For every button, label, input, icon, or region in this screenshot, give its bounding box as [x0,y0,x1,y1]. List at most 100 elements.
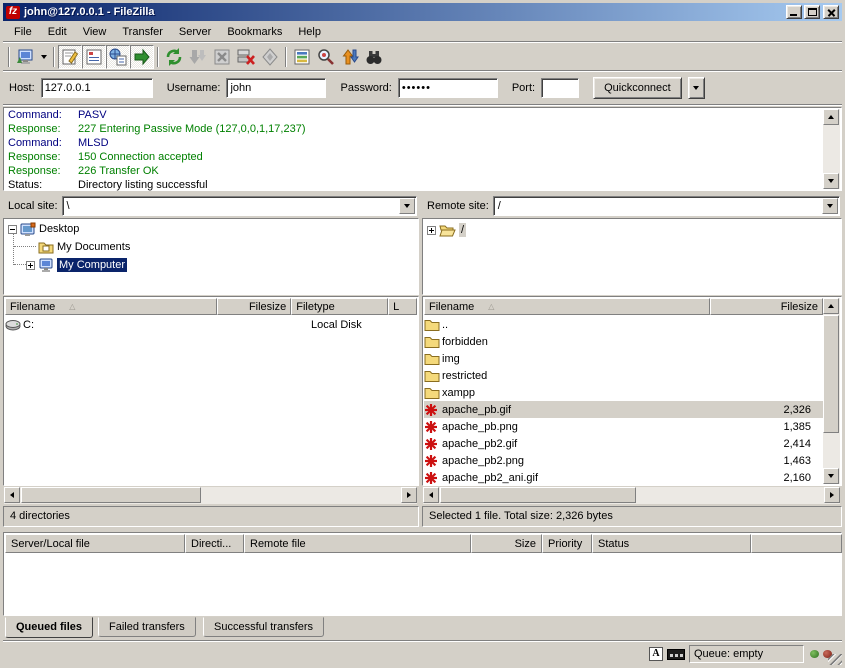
toggle-queue-view-button[interactable] [130,45,154,69]
log-type: Response: [4,122,78,136]
tree-item-root[interactable]: / [427,221,466,239]
process-queue-icon [188,47,208,67]
toggle-remote-treeview-button[interactable] [106,45,130,69]
menu-server[interactable]: Server [171,24,219,40]
remote-dir-row[interactable]: .. [424,316,823,333]
menu-file[interactable]: File [6,24,40,40]
find-files-button[interactable] [362,45,386,69]
log-scrollbar[interactable] [823,109,840,189]
column-filesize[interactable]: Filesize [710,298,823,315]
menu-edit[interactable]: Edit [40,24,75,40]
column-last-modified[interactable]: L [388,298,417,315]
host-input[interactable] [41,78,153,98]
scroll-up-button[interactable] [823,109,839,125]
tab-queued-files[interactable]: Queued files [5,617,93,638]
disconnect-button[interactable] [234,45,258,69]
column-filesize[interactable]: Filesize [217,298,291,315]
menu-help[interactable]: Help [290,24,329,40]
column-filename[interactable]: Filename△ [5,298,217,315]
log-type: Status: [4,178,78,192]
remote-horizontal-scrollbar[interactable] [423,487,840,504]
scroll-right-button[interactable] [824,487,840,503]
reconnect-icon [260,47,280,67]
scrollbar-thumb[interactable] [823,315,839,433]
column-direction[interactable]: Directi... [185,534,244,553]
menu-transfer[interactable]: Transfer [114,24,171,40]
quickconnect-dropdown[interactable] [688,77,705,99]
maximize-button[interactable] [804,5,820,19]
titlebar[interactable]: fz john@127.0.0.1 - FileZilla [3,3,842,21]
quickconnect-button[interactable]: Quickconnect [593,77,682,99]
site-manager-dropdown[interactable] [37,46,50,68]
site-manager-button[interactable] [13,45,37,69]
queue-header: Server/Local file Directi... Remote file… [5,534,840,553]
tab-failed-transfers[interactable]: Failed transfers [98,617,196,637]
remote-vertical-scrollbar[interactable] [823,298,840,484]
local-site-combo[interactable]: \ [62,196,417,216]
scroll-left-button[interactable] [4,487,20,503]
close-button[interactable] [823,5,839,19]
column-status[interactable]: Status [592,534,751,553]
remote-dir-row[interactable]: xampp [424,384,823,401]
log-type: Command: [4,108,78,122]
tab-successful-transfers[interactable]: Successful transfers [203,617,324,637]
scroll-left-button[interactable] [423,487,439,503]
message-log: Command:PASV Response:227 Entering Passi… [3,107,842,191]
resize-grip[interactable] [828,654,842,668]
tree-item-desktop[interactable]: Desktop [8,220,79,238]
remote-file-row[interactable]: apache_pb2_ani.gif2,160 [424,469,823,486]
remote-file-row[interactable]: apache_pb2.gif2,414 [424,435,823,452]
toggle-message-log-button[interactable] [58,45,82,69]
process-queue-button[interactable] [186,45,210,69]
column-server-local-file[interactable]: Server/Local file [5,534,185,553]
chevron-down-icon [693,86,699,90]
refresh-button[interactable] [162,45,186,69]
scrollbar-thumb[interactable] [440,487,636,503]
local-site-dropdown[interactable] [399,198,415,214]
toolbar-separator [157,47,159,67]
port-input[interactable] [541,78,579,98]
tree-item-my-computer[interactable]: My Computer [26,256,127,274]
remote-file-row[interactable]: apache_pb2.png1,463 [424,452,823,469]
remote-dir-row[interactable]: img [424,350,823,367]
queue-tabs: Queued files Failed transfers Successful… [3,617,842,639]
reconnect-button[interactable] [258,45,282,69]
directory-filter-button[interactable] [290,45,314,69]
remote-file-row[interactable]: apache_pb.png1,385 [424,418,823,435]
toggle-local-treeview-button[interactable] [82,45,106,69]
expand-icon[interactable] [427,226,436,235]
collapse-icon[interactable] [8,225,17,234]
local-file-row[interactable]: C: Local Disk [5,316,417,333]
column-remote-file[interactable]: Remote file [244,534,471,553]
column-size[interactable]: Size [471,534,542,553]
column-filename[interactable]: Filename△ [424,298,710,315]
scroll-right-button[interactable] [401,487,417,503]
remote-site-combo[interactable]: / [493,196,840,216]
remote-file-list: Filename△ Filesize .. forbidden img rest… [422,296,842,486]
cancel-button[interactable] [210,45,234,69]
scroll-up-button[interactable] [823,298,839,314]
scroll-down-button[interactable] [823,468,839,484]
remote-dir-row[interactable]: restricted [424,367,823,384]
scrollbar-thumb[interactable] [21,487,201,503]
menu-bookmarks[interactable]: Bookmarks [219,24,290,40]
remote-dir-row[interactable]: forbidden [424,333,823,350]
column-empty[interactable] [751,534,842,553]
column-priority[interactable]: Priority [542,534,592,553]
remote-site-dropdown[interactable] [822,198,838,214]
triangle-up-icon [828,304,834,308]
username-input[interactable] [226,78,326,98]
tree-item-my-documents[interactable]: My Documents [38,238,130,256]
scroll-down-button[interactable] [823,173,839,189]
menu-view[interactable]: View [75,24,115,40]
column-filetype[interactable]: Filetype [291,298,388,315]
local-horizontal-scrollbar[interactable] [4,487,417,504]
directory-comparison-button[interactable] [314,45,338,69]
expand-icon[interactable] [26,261,35,270]
remote-file-row-selected[interactable]: apache_pb.gif2,326 [424,401,823,418]
image-file-icon [424,403,438,417]
password-input[interactable] [398,78,498,98]
synchronized-browsing-button[interactable] [338,45,362,69]
cancel-icon [212,47,232,67]
minimize-button[interactable] [786,5,802,19]
